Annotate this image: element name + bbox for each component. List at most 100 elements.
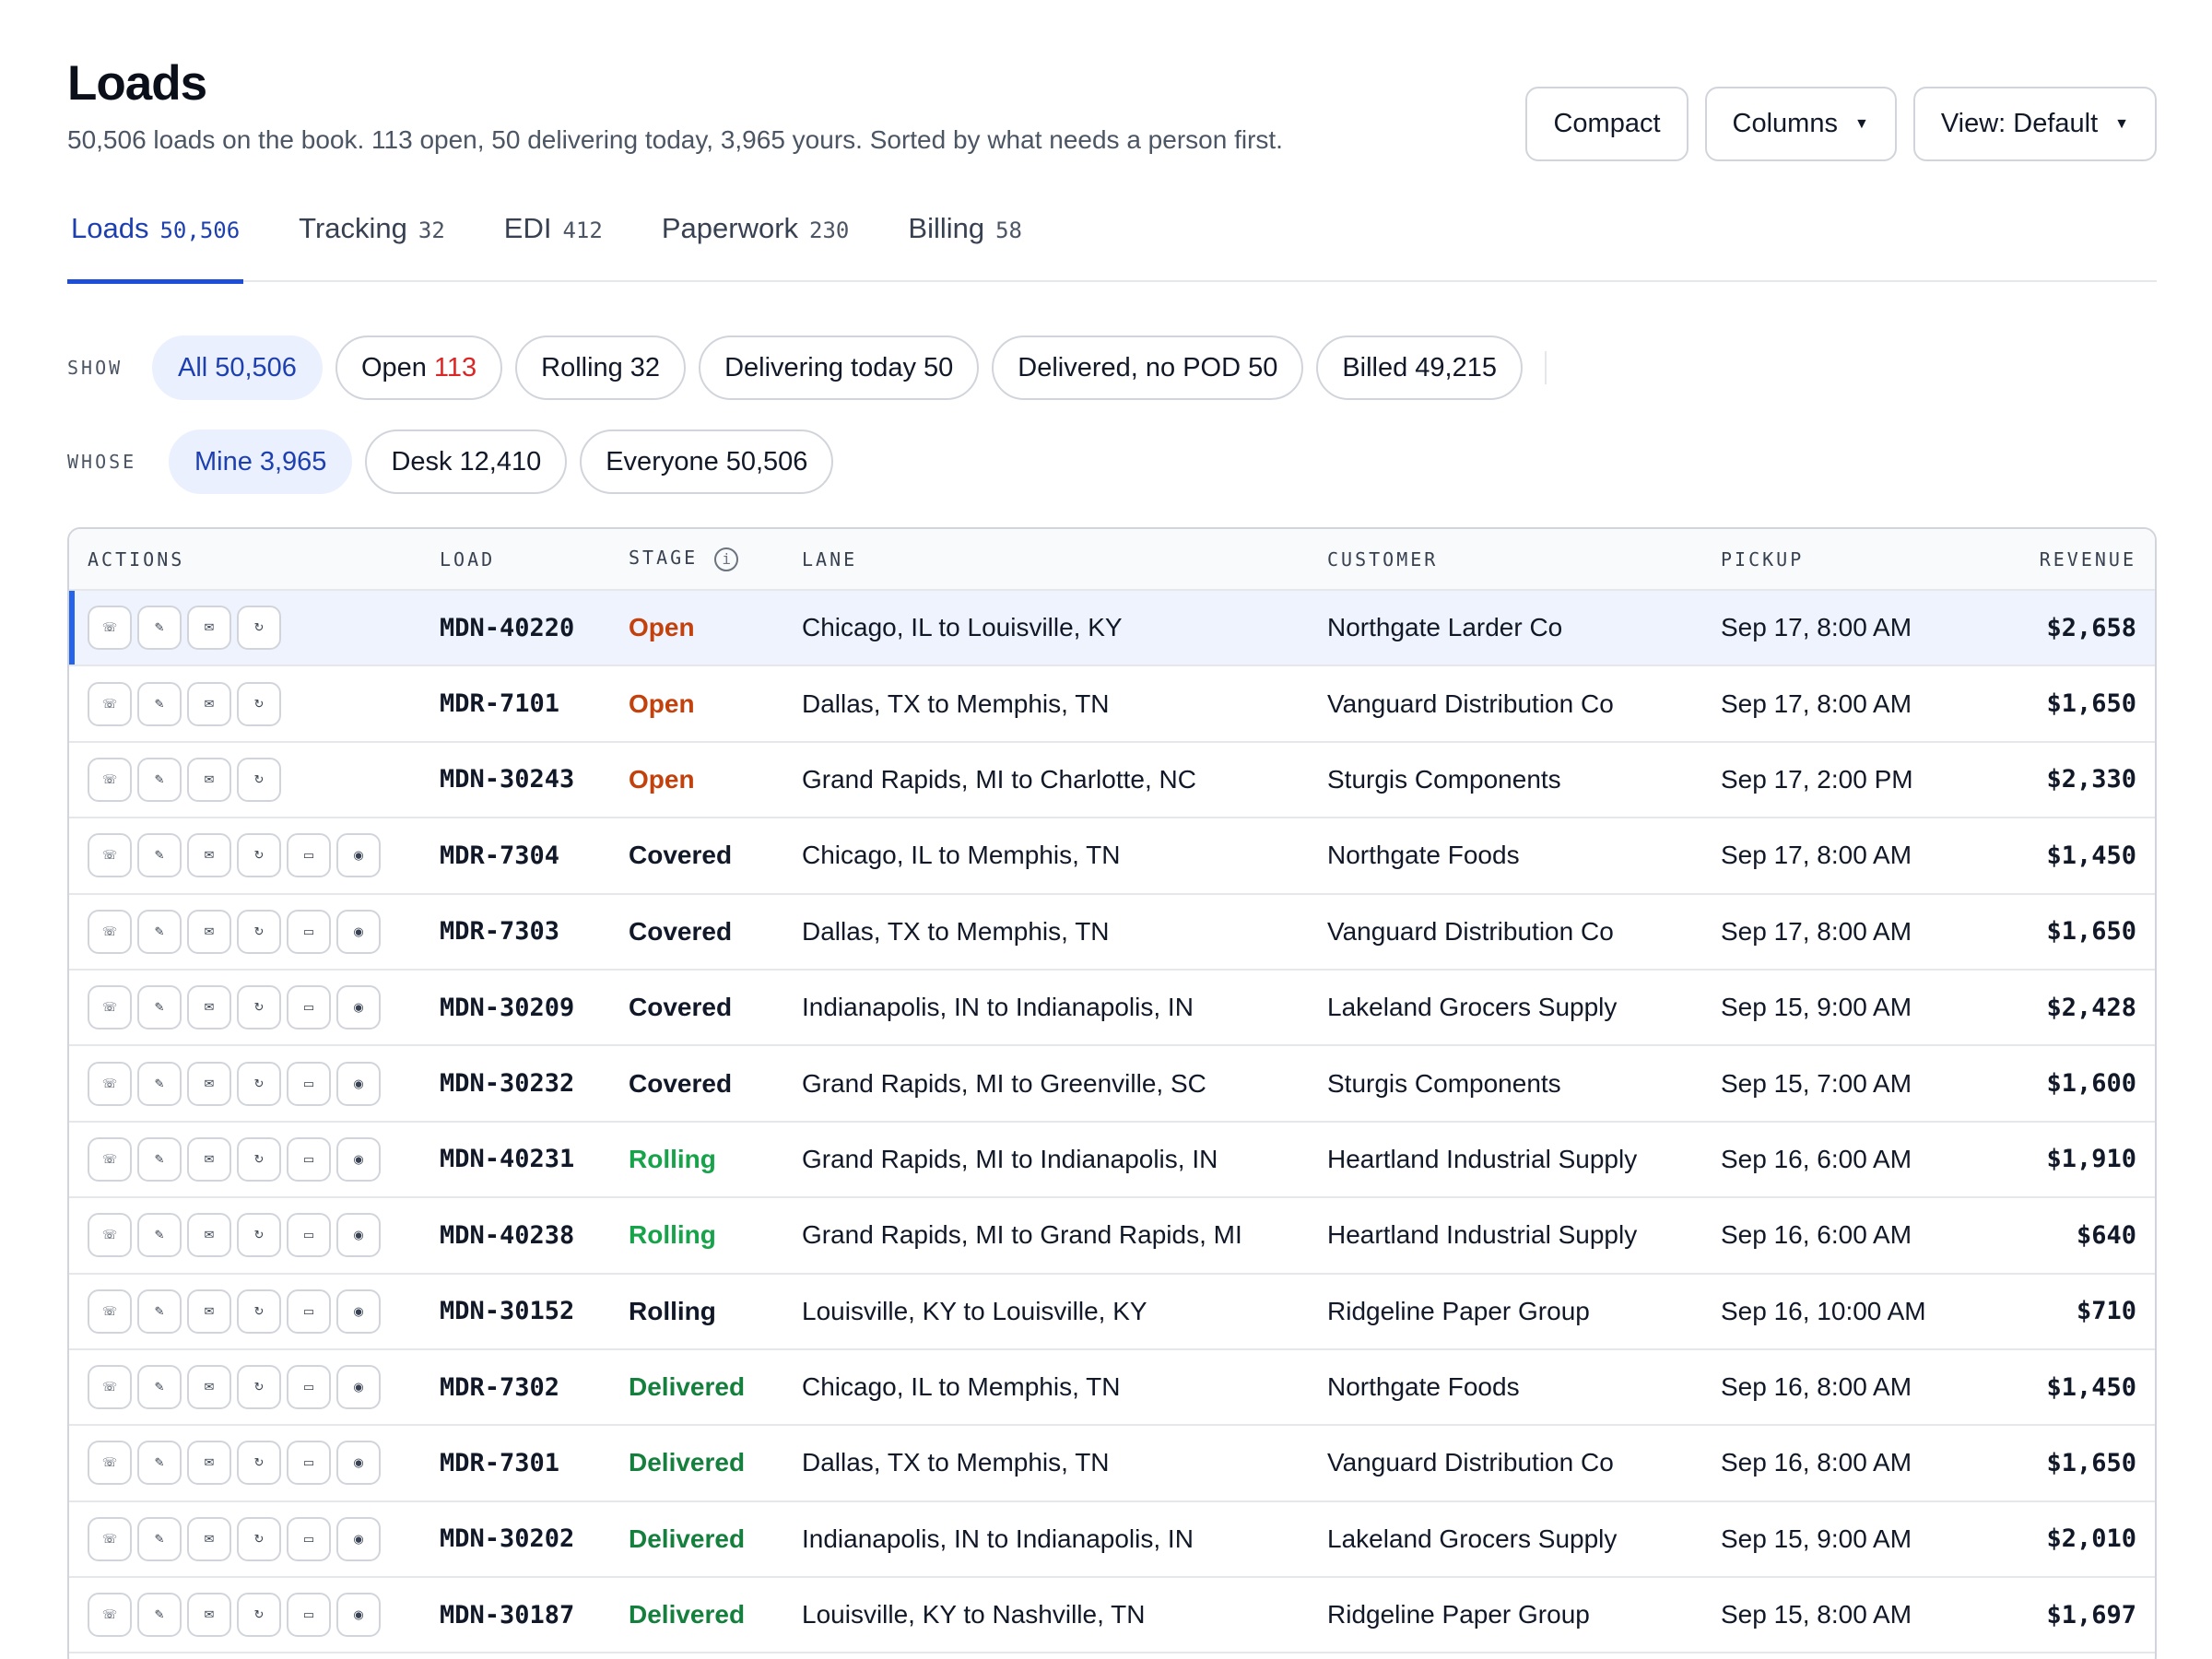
history-icon[interactable]: ↻	[237, 1516, 281, 1561]
edit-icon[interactable]: ✎	[137, 1136, 182, 1182]
table-row[interactable]: ☏ ✎ ✉ ↻ ▭ ◉ MDR-7302 Delivered Chicago, IL to Me…	[69, 1349, 2155, 1426]
history-icon[interactable]: ↻	[237, 681, 281, 726]
table-row[interactable]: ☏ ✎ ✉ ↻ ▭ ◉ MDN-40238 Rolling Grand Rapids, MI t…	[69, 1197, 2155, 1274]
phone-icon[interactable]: ☏	[88, 1136, 132, 1182]
filter-chip-mine[interactable]: Mine 3,965	[169, 429, 353, 494]
load-id[interactable]: MDN-30232	[440, 1045, 629, 1121]
table-row[interactable]: ☏ ✎ ✉ ↻ MDR-7101 Open Dallas, TX to Memphis, T…	[69, 665, 2155, 742]
history-icon[interactable]: ↻	[237, 1288, 281, 1334]
column-header-revenue[interactable]: REVENUE	[1984, 529, 2155, 591]
tab-edi[interactable]: EDI 412	[500, 212, 606, 282]
history-icon[interactable]: ↻	[237, 1365, 281, 1410]
phone-icon[interactable]: ☏	[88, 757, 132, 802]
column-header-stage[interactable]: STAGE i	[629, 529, 802, 591]
mail-icon[interactable]: ✉	[187, 606, 231, 651]
filter-chip-rolling[interactable]: Rolling 32	[515, 335, 687, 400]
edit-icon[interactable]: ✎	[137, 606, 182, 651]
history-icon[interactable]: ↻	[237, 606, 281, 651]
tab-loads[interactable]: Loads 50,506	[67, 212, 244, 284]
comment-icon[interactable]: ▭	[287, 1213, 331, 1258]
phone-icon[interactable]: ☏	[88, 606, 132, 651]
phone-icon[interactable]: ☏	[88, 681, 132, 726]
comment-icon[interactable]: ▭	[287, 909, 331, 954]
table-row[interactable]: ☏ ✎ ✉ ↻ ▭ ◉ MDN-40231 Rolling Grand Rapids, MI t…	[69, 1122, 2155, 1198]
load-id[interactable]: MDR-7302	[440, 1349, 629, 1425]
load-id[interactable]: MDN-30187	[440, 1577, 629, 1653]
location-icon[interactable]: ◉	[336, 1061, 381, 1106]
tab-paperwork[interactable]: Paperwork 230	[658, 212, 853, 282]
filter-chip-everyone[interactable]: Everyone 50,506	[580, 429, 834, 494]
phone-icon[interactable]: ☏	[88, 1593, 132, 1638]
table-row[interactable]: ☏ ✎ ✉ ↻ ▭ ◉ MDN-30232 Covered Grand Rapids, MI t…	[69, 1045, 2155, 1122]
info-icon[interactable]: i	[714, 547, 739, 571]
tab-billing[interactable]: Billing 58	[904, 212, 1026, 282]
history-icon[interactable]: ↻	[237, 1593, 281, 1638]
edit-icon[interactable]: ✎	[137, 1213, 182, 1258]
comment-icon[interactable]: ▭	[287, 833, 331, 878]
mail-icon[interactable]: ✉	[187, 757, 231, 802]
filter-chip-open[interactable]: Open 113	[335, 335, 503, 400]
mail-icon[interactable]: ✉	[187, 1441, 231, 1486]
mail-icon[interactable]: ✉	[187, 681, 231, 726]
table-row[interactable]: ☏ ✎ ✉ ↻ MDN-30243 Open Grand Rapids, MI to Cha…	[69, 742, 2155, 818]
comment-icon[interactable]: ▭	[287, 1365, 331, 1410]
filter-chip-all[interactable]: All 50,506	[152, 335, 323, 400]
history-icon[interactable]: ↻	[237, 909, 281, 954]
phone-icon[interactable]: ☏	[88, 1061, 132, 1106]
load-id[interactable]: MDN-30209	[440, 970, 629, 1045]
edit-icon[interactable]: ✎	[137, 909, 182, 954]
history-icon[interactable]: ↻	[237, 833, 281, 878]
load-id[interactable]: MDN-30202	[440, 1501, 629, 1577]
filter-chip-delivering-today[interactable]: Delivering today 50	[699, 335, 980, 400]
edit-icon[interactable]: ✎	[137, 1365, 182, 1410]
phone-icon[interactable]: ☏	[88, 1516, 132, 1561]
load-id[interactable]: MDR-7101	[440, 665, 629, 741]
edit-icon[interactable]: ✎	[137, 1516, 182, 1561]
table-row[interactable]: ☏ ✎ ✉ ↻ ▭ ◉ MDN-30187 Delivered Louisville, KY t…	[69, 1577, 2155, 1653]
phone-icon[interactable]: ☏	[88, 1213, 132, 1258]
phone-icon[interactable]: ☏	[88, 909, 132, 954]
comment-icon[interactable]: ▭	[287, 985, 331, 1030]
phone-icon[interactable]: ☏	[88, 1288, 132, 1334]
column-header-customer[interactable]: CUSTOMER	[1327, 529, 1721, 591]
comment-icon[interactable]: ▭	[287, 1516, 331, 1561]
history-icon[interactable]: ↻	[237, 1213, 281, 1258]
edit-icon[interactable]: ✎	[137, 757, 182, 802]
column-header-pickup[interactable]: PICKUP	[1721, 529, 1984, 591]
filter-chip-billed[interactable]: Billed 49,215	[1316, 335, 1523, 400]
load-id[interactable]: MDN-40231	[440, 1122, 629, 1197]
edit-icon[interactable]: ✎	[137, 1288, 182, 1334]
mail-icon[interactable]: ✉	[187, 1213, 231, 1258]
compact-button[interactable]: Compact	[1525, 87, 1688, 161]
phone-icon[interactable]: ☏	[88, 833, 132, 878]
history-icon[interactable]: ↻	[237, 985, 281, 1030]
mail-icon[interactable]: ✉	[187, 1061, 231, 1106]
columns-button[interactable]: Columns ▼	[1704, 87, 1897, 161]
edit-icon[interactable]: ✎	[137, 1061, 182, 1106]
phone-icon[interactable]: ☏	[88, 1365, 132, 1410]
load-id[interactable]: MDN-40238	[440, 1197, 629, 1273]
mail-icon[interactable]: ✉	[187, 1516, 231, 1561]
location-icon[interactable]: ◉	[336, 1213, 381, 1258]
table-row[interactable]: ☏ ✎ ✉ ↻ ▭ ◉ MDR-7301 Delivered Dallas, TX to Mem…	[69, 1425, 2155, 1501]
table-row[interactable]: ☏ ✎ ✉ ↻ ▭ ◉ MDN-30152 Rolling Louisville, KY to …	[69, 1274, 2155, 1349]
location-icon[interactable]: ◉	[336, 833, 381, 878]
table-row[interactable]: ☏ ✎ ✉ ↻ ▭ ◉ MDN-30209 Covered Indianapolis, IN t…	[69, 970, 2155, 1046]
location-icon[interactable]: ◉	[336, 1136, 381, 1182]
edit-icon[interactable]: ✎	[137, 985, 182, 1030]
comment-icon[interactable]: ▭	[287, 1593, 331, 1638]
filter-chip-delivered-no-pod[interactable]: Delivered, no POD 50	[992, 335, 1304, 400]
location-icon[interactable]: ◉	[336, 985, 381, 1030]
column-header-lane[interactable]: LANE	[802, 529, 1327, 591]
location-icon[interactable]: ◉	[336, 1593, 381, 1638]
table-row[interactable]: ☏ ✎ ✉ ↻ ▭ ◉ MDR-7303 Covered Dallas, TX to Memph…	[69, 894, 2155, 970]
load-id[interactable]: MDR-7303	[440, 894, 629, 970]
mail-icon[interactable]: ✉	[187, 1365, 231, 1410]
mail-icon[interactable]: ✉	[187, 833, 231, 878]
mail-icon[interactable]: ✉	[187, 1288, 231, 1334]
location-icon[interactable]: ◉	[336, 1441, 381, 1486]
view-button[interactable]: View: Default ▼	[1912, 87, 2157, 161]
table-row[interactable]: ☏ ✎ ✉ ↻ MDN-40220 Open Chicago, IL to Louisvil…	[69, 590, 2155, 666]
history-icon[interactable]: ↻	[237, 1136, 281, 1182]
mail-icon[interactable]: ✉	[187, 985, 231, 1030]
